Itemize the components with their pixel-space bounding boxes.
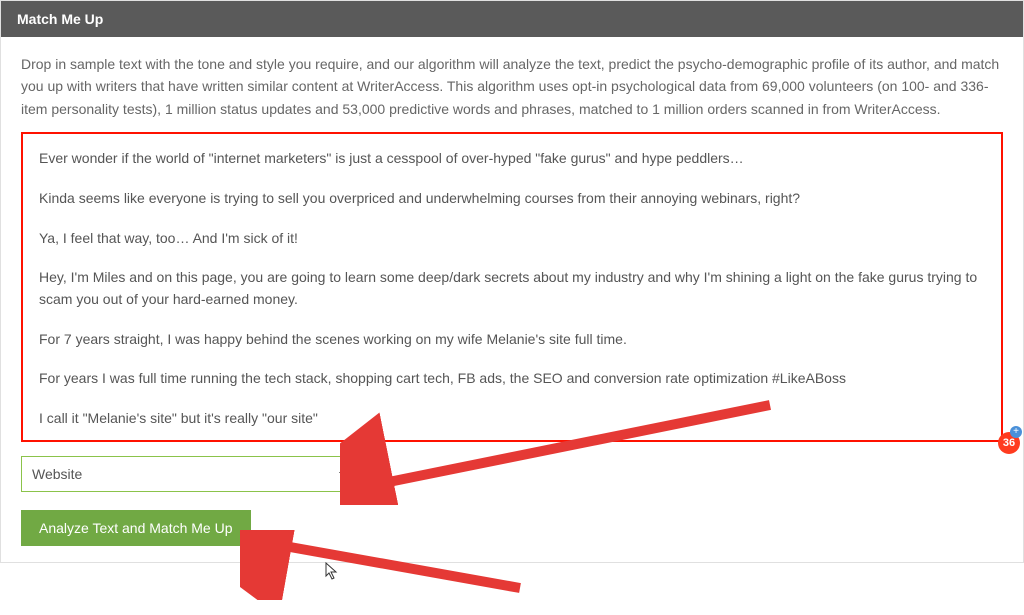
sample-paragraph: Ya, I feel that way, too… And I'm sick o… [39,228,985,250]
analyze-button-label: Analyze Text and Match Me Up [39,520,233,536]
sample-paragraph: Ever wonder if the world of "internet ma… [39,148,985,170]
sample-paragraph: Kinda seems like everyone is trying to s… [39,188,985,210]
cursor-icon [325,562,339,580]
content-type-select[interactable]: Website [21,456,361,492]
panel-title: Match Me Up [17,11,103,27]
sample-paragraph: For years I was full time running the te… [39,368,985,390]
sample-paragraph: For 7 years straight, I was happy behind… [39,329,985,351]
panel-body: Drop in sample text with the tone and st… [1,37,1023,562]
sample-paragraph: I call it "Melanie's site" but it's real… [39,408,985,430]
badge-plus-icon: + [1010,426,1022,438]
textarea-container: Ever wonder if the world of "internet ma… [21,132,1003,442]
panel-header: Match Me Up [1,1,1023,37]
sample-paragraph: Hey, I'm Miles and on this page, you are… [39,267,985,310]
match-me-up-panel: Match Me Up Drop in sample text with the… [0,0,1024,563]
sample-text-input[interactable]: Ever wonder if the world of "internet ma… [21,132,1003,442]
description-text: Drop in sample text with the tone and st… [21,53,1003,120]
badge-count: 36 [1003,437,1015,449]
analyze-button[interactable]: Analyze Text and Match Me Up [21,510,251,546]
